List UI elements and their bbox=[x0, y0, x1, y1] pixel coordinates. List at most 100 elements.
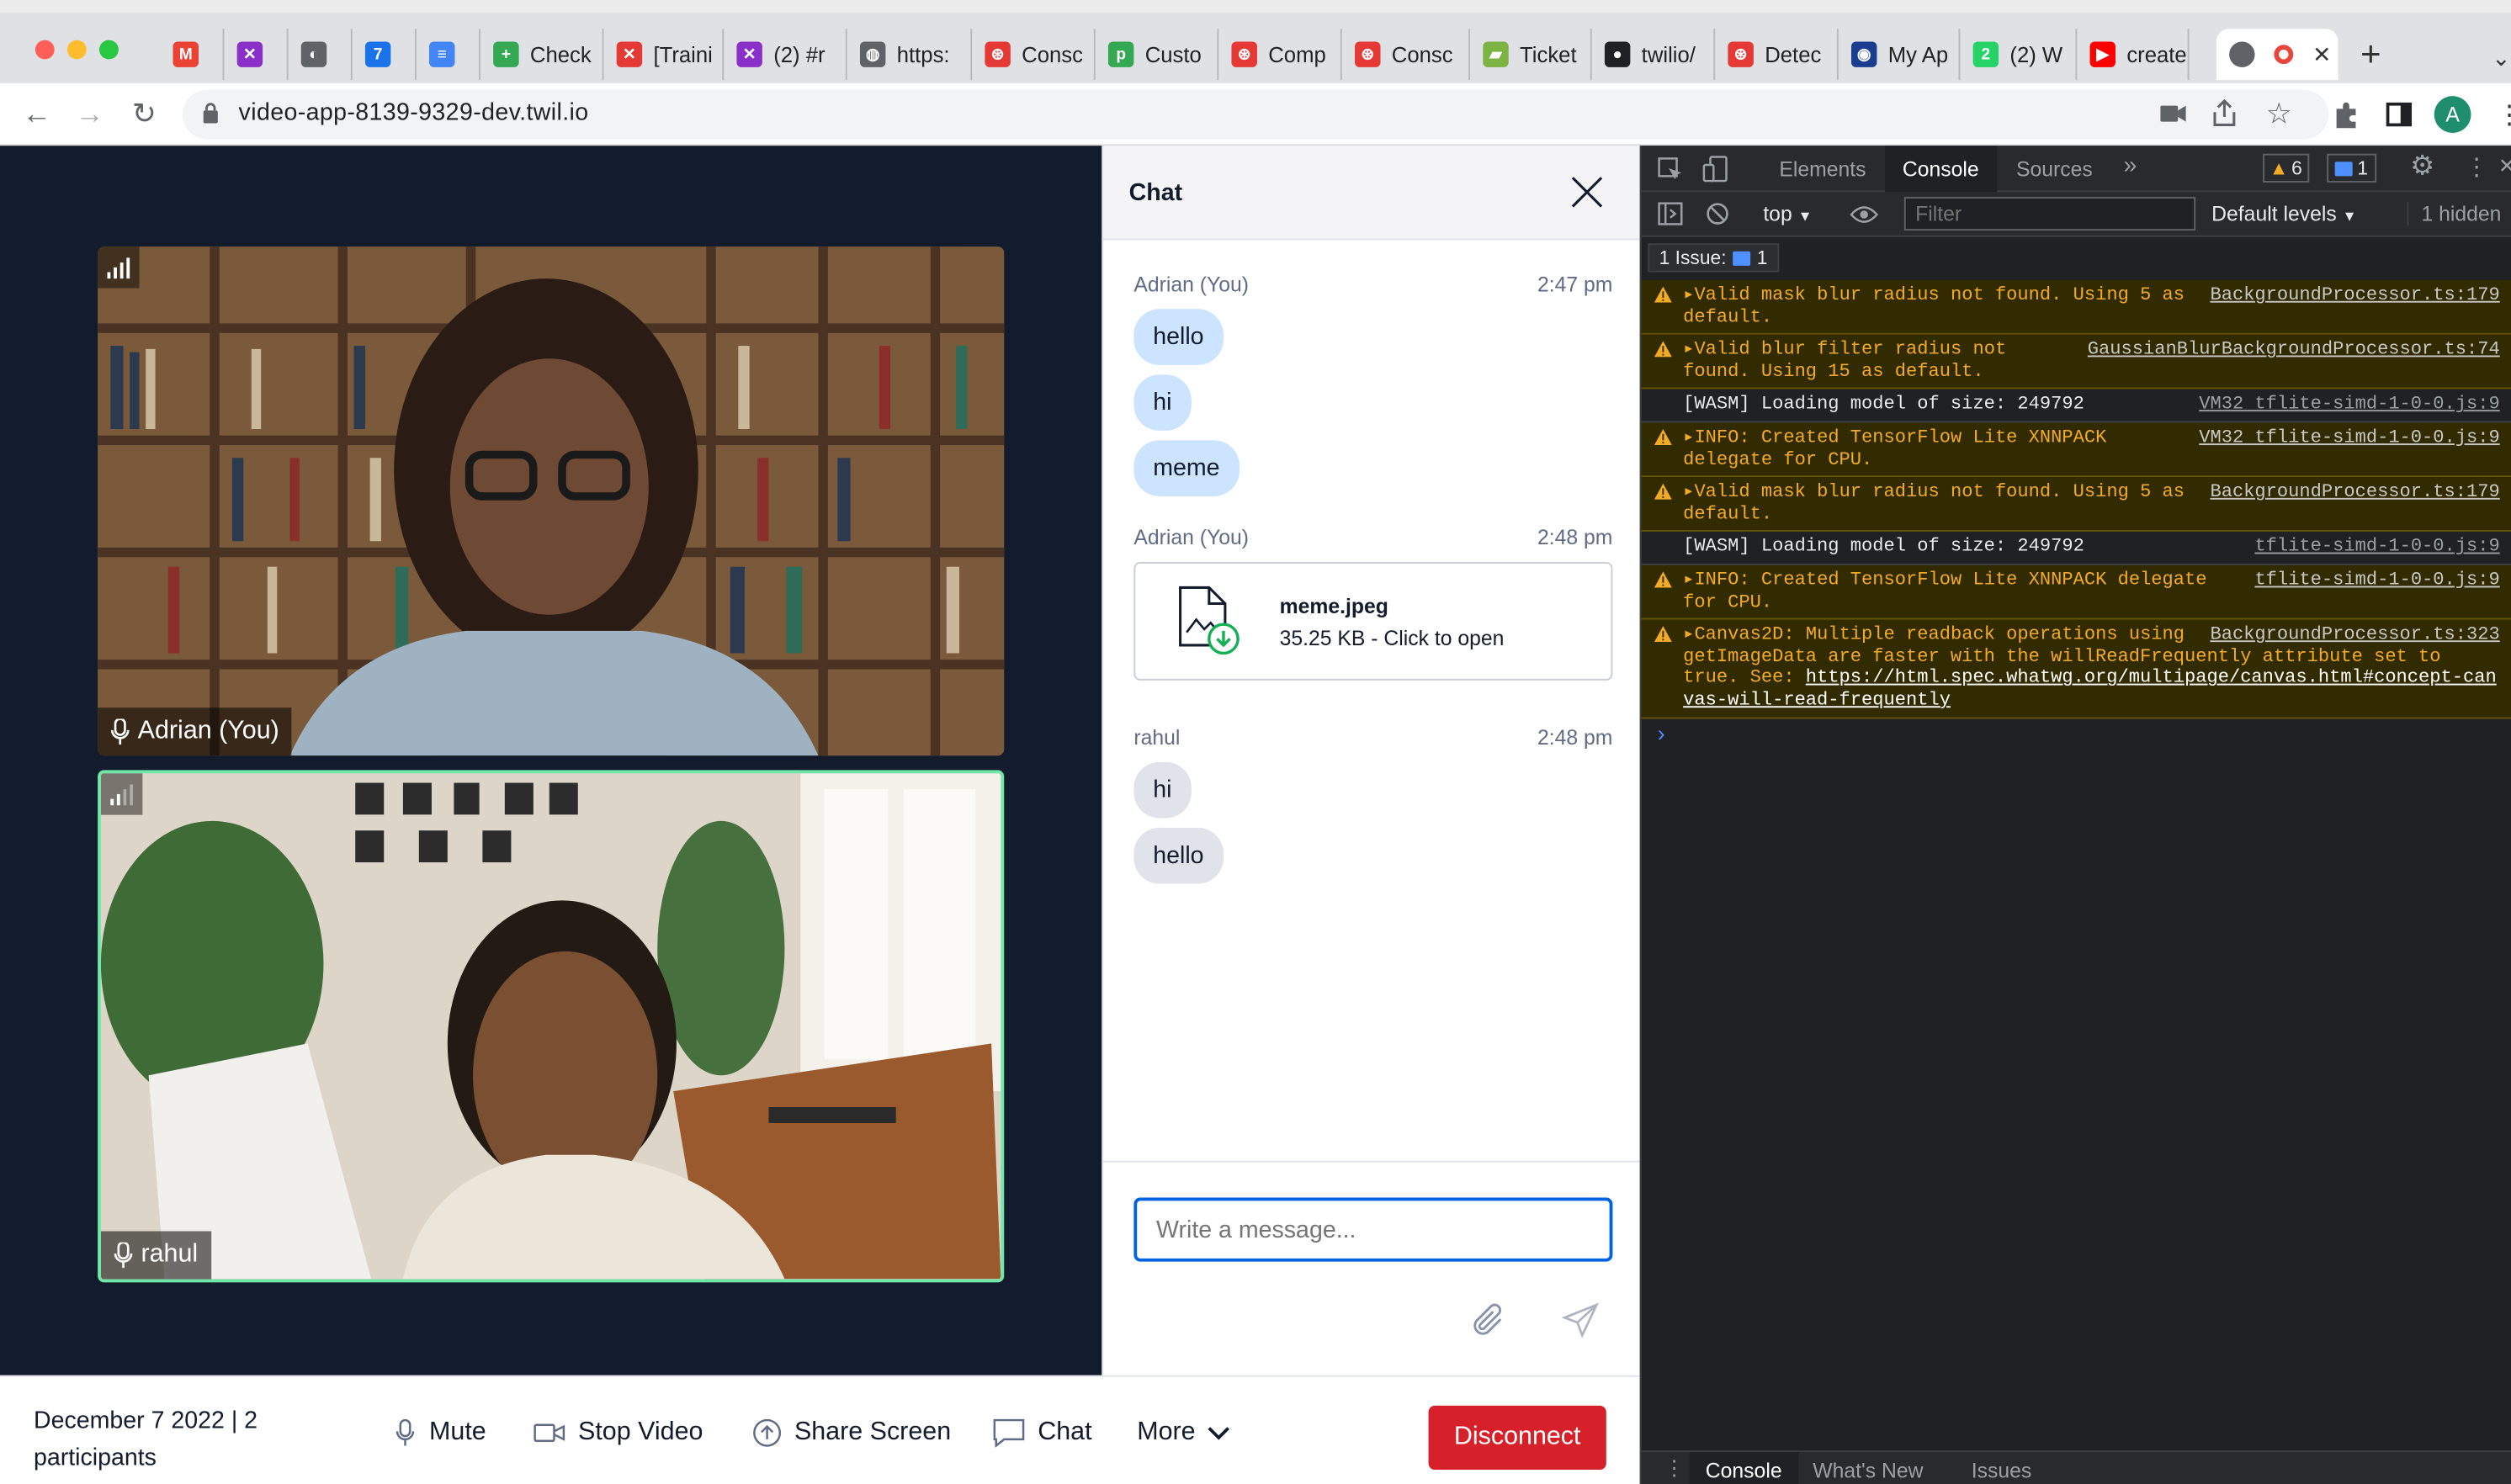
extensions-icon[interactable] bbox=[2332, 101, 2360, 130]
tab-search-icon[interactable]: ⌄ bbox=[2492, 45, 2510, 72]
source-link[interactable]: VM32 tflite-simd-1-0-0.js:9 bbox=[2199, 427, 2500, 449]
drawer-tab-whats-new[interactable]: What's New bbox=[1813, 1459, 1923, 1483]
tab-strip: M ✕ ◐ 7 ≡ + Check ✕ [Traini ✕ (2) #r ◍ https: ⊛ Consc p… bbox=[0, 0, 2511, 83]
close-devtools-icon[interactable]: ✕ bbox=[2498, 154, 2511, 179]
browser-tab[interactable]: 2 (2) W bbox=[1960, 29, 2078, 81]
browser-tab[interactable]: 7 bbox=[353, 29, 417, 81]
console-filter-input[interactable] bbox=[1903, 197, 2196, 231]
devtools-tab-sources[interactable]: Sources bbox=[2016, 157, 2093, 182]
console-warning[interactable]: VM32 tflite-simd-1-0-0.js:9 ▸INFO: Create… bbox=[1641, 422, 2511, 478]
participant-tile[interactable]: Adrian (You) bbox=[98, 246, 1005, 756]
share-screen-button[interactable]: Share Screen bbox=[752, 1418, 951, 1447]
participant-tile-dominant-speaker[interactable]: rahul bbox=[98, 770, 1005, 1283]
side-panel-icon[interactable] bbox=[2386, 102, 2413, 127]
more-button[interactable]: More bbox=[1137, 1418, 1230, 1447]
source-link[interactable]: BackgroundProcessor.ts:323 bbox=[2210, 624, 2499, 646]
bookmark-star-icon[interactable]: ☆ bbox=[2261, 96, 2296, 131]
send-icon[interactable] bbox=[1561, 1301, 1601, 1340]
back-icon[interactable]: ← bbox=[19, 96, 55, 131]
drawer-menu-icon[interactable]: ⋮ bbox=[1664, 1455, 1685, 1481]
log-levels-dropdown[interactable]: Default levels ▼ bbox=[2211, 202, 2356, 226]
lock-icon bbox=[203, 103, 218, 124]
issues-counter[interactable]: 1 bbox=[2327, 153, 2376, 183]
console-message[interactable]: tflite-simd-1-0-0.js:9 [WASM] Loading mod… bbox=[1641, 532, 2511, 565]
browser-tab[interactable]: ⊛ Consc bbox=[972, 29, 1096, 81]
console-warning[interactable]: GaussianBlurBackgroundProcessor.ts:74 ▸Va… bbox=[1641, 335, 2511, 390]
eye-icon[interactable] bbox=[1850, 205, 1879, 225]
minimize-window-button[interactable] bbox=[66, 40, 87, 60]
address-bar[interactable]: video-app-8139-9329-dev.twil.io bbox=[182, 89, 2329, 140]
camera-icon[interactable] bbox=[2160, 104, 2186, 124]
disconnect-button[interactable]: Disconnect bbox=[1428, 1405, 1606, 1471]
chat-compose bbox=[1103, 1160, 1642, 1379]
devtools-tab-elements[interactable]: Elements bbox=[1779, 157, 1866, 182]
close-chat-icon[interactable] bbox=[1569, 174, 1605, 209]
context-selector[interactable]: top ▼ bbox=[1763, 202, 1812, 226]
devtools-menu-icon[interactable]: ⋮ bbox=[2465, 152, 2489, 181]
source-link[interactable]: VM32 tflite-simd-1-0-0.js:9 bbox=[2199, 395, 2500, 416]
source-link[interactable]: BackgroundProcessor.ts:179 bbox=[2210, 285, 2499, 307]
tab-favicon: ▰ bbox=[1483, 41, 1509, 67]
browser-tab[interactable]: ◍ https: bbox=[847, 29, 973, 81]
warnings-counter[interactable]: ▲ 6 bbox=[2263, 153, 2309, 183]
message-input[interactable] bbox=[1133, 1197, 1613, 1262]
clear-console-icon[interactable] bbox=[1706, 202, 1730, 226]
new-tab-button[interactable]: + bbox=[2360, 36, 2381, 72]
console-warning[interactable]: BackgroundProcessor.ts:179 ▸Valid mask bl… bbox=[1641, 280, 2511, 336]
drawer-tab-console[interactable]: Console bbox=[1706, 1459, 1782, 1483]
browser-tab[interactable]: ≡ bbox=[417, 29, 480, 81]
console-prompt[interactable]: › bbox=[1658, 720, 1665, 745]
file-attachment[interactable]: meme.jpeg 35.25 KB - Click to open bbox=[1133, 561, 1613, 681]
browser-tab[interactable]: ◐ bbox=[289, 29, 353, 81]
tab-favicon: ⊛ bbox=[985, 41, 1011, 67]
share-icon[interactable] bbox=[2213, 98, 2236, 126]
browser-tab[interactable]: ⊛ Consc bbox=[1342, 29, 1471, 81]
chat-button[interactable]: Chat bbox=[993, 1418, 1092, 1448]
browser-menu-icon[interactable]: ⋮ bbox=[2497, 99, 2511, 131]
browser-tab[interactable]: + Check bbox=[480, 29, 604, 81]
source-link[interactable]: BackgroundProcessor.ts:179 bbox=[2210, 482, 2499, 504]
forward-icon[interactable]: → bbox=[72, 96, 108, 131]
browser-tab[interactable]: ● twilio/ bbox=[1592, 29, 1716, 81]
more-tabs-icon[interactable]: » bbox=[2124, 152, 2137, 179]
profile-avatar[interactable]: A bbox=[2434, 96, 2471, 133]
tab-title: (2) W bbox=[2009, 42, 2063, 66]
log-url-link[interactable]: https://html.spec.whatwg.org/multipage/c… bbox=[1683, 668, 2497, 711]
browser-tab[interactable]: ▶ create bbox=[2077, 29, 2190, 81]
browser-tab[interactable]: ✕ [Traini bbox=[603, 29, 725, 81]
paperclip-icon[interactable] bbox=[1468, 1301, 1507, 1340]
maximize-window-button[interactable] bbox=[98, 40, 119, 60]
issues-link[interactable]: 1 Issue: 1 bbox=[1648, 243, 1779, 273]
browser-tab[interactable]: ✕ bbox=[224, 29, 289, 81]
devtools-tab-console[interactable]: Console bbox=[1903, 157, 1979, 182]
source-link[interactable]: tflite-simd-1-0-0.js:9 bbox=[2254, 537, 2499, 559]
browser-tab[interactable]: ◉ My Ap bbox=[1839, 29, 1961, 81]
console-warning[interactable]: BackgroundProcessor.ts:179 ▸Valid mask bl… bbox=[1641, 477, 2511, 533]
tab-list: M ✕ ◐ 7 ≡ + Check ✕ [Traini ✕ (2) #r ◍ https: ⊛ Consc p… bbox=[160, 29, 2190, 81]
browser-tab[interactable]: p Custo bbox=[1096, 29, 1219, 81]
console-warning[interactable]: tflite-simd-1-0-0.js:9 ▸INFO: Created Ten… bbox=[1641, 564, 2511, 620]
tab-active[interactable]: ✕ bbox=[2216, 29, 2338, 81]
source-link[interactable]: tflite-simd-1-0-0.js:9 bbox=[2254, 570, 2499, 591]
chat-panel: Chat Adrian (You) 2:47 pm hello hi meme … bbox=[1102, 146, 1642, 1379]
settings-gear-icon[interactable]: ⚙ bbox=[2410, 151, 2434, 183]
stop-video-button[interactable]: Stop Video bbox=[534, 1418, 703, 1447]
mute-button[interactable]: Mute bbox=[394, 1418, 486, 1447]
inspect-element-icon[interactable] bbox=[1658, 157, 1683, 183]
device-toolbar-icon[interactable] bbox=[1702, 156, 1728, 183]
close-window-button[interactable] bbox=[35, 40, 55, 60]
source-link[interactable]: GaussianBlurBackgroundProcessor.ts:74 bbox=[2088, 340, 2500, 362]
browser-tab[interactable]: ⊛ Comp bbox=[1218, 29, 1342, 81]
browser-tab[interactable]: M bbox=[160, 29, 225, 81]
drawer-tab-issues[interactable]: Issues bbox=[1972, 1459, 2032, 1483]
chat-icon bbox=[993, 1418, 1025, 1448]
browser-tab[interactable]: ▰ Ticket bbox=[1470, 29, 1592, 81]
console-message[interactable]: VM32 tflite-simd-1-0-0.js:9 [WASM] Loadin… bbox=[1641, 390, 2511, 423]
issue-icon bbox=[2334, 161, 2353, 176]
browser-tab[interactable]: ✕ (2) #r bbox=[724, 29, 847, 81]
console-warning[interactable]: BackgroundProcessor.ts:323 ▸Canvas2D: Mul… bbox=[1641, 619, 2511, 718]
sidebar-toggle-icon[interactable] bbox=[1658, 202, 1683, 226]
browser-tab[interactable]: ⊛ Detec bbox=[1715, 29, 1839, 81]
close-tab-icon[interactable]: ✕ bbox=[2312, 41, 2331, 68]
reload-icon[interactable]: ↻ bbox=[126, 96, 162, 131]
